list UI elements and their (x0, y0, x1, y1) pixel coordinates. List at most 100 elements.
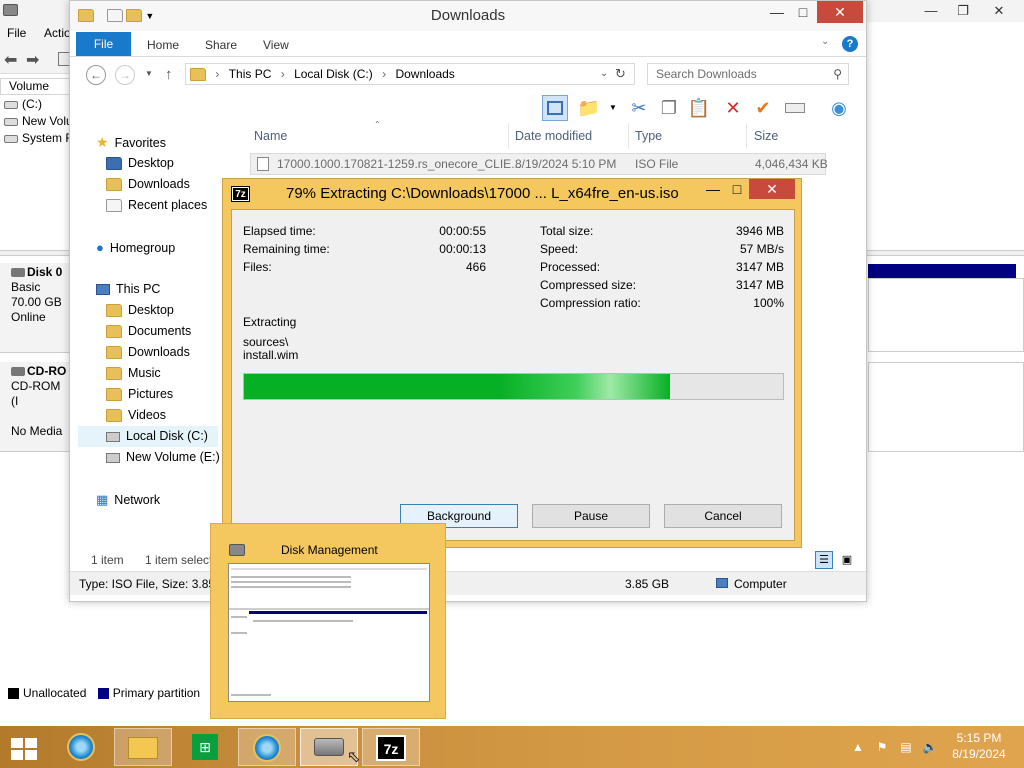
status-bar: 1 item 1 item select (70, 549, 866, 571)
breadcrumb-local-disk[interactable]: Local Disk (C:) (294, 67, 373, 81)
breadcrumb-downloads[interactable]: Downloads (395, 67, 454, 81)
cut-icon[interactable]: ✂ (626, 95, 652, 121)
progress-fill (244, 374, 670, 399)
nav-network[interactable]: ▦ Network (96, 489, 160, 510)
properties-icon[interactable] (106, 9, 123, 23)
large-icons-view-icon[interactable]: ▣ (838, 551, 856, 569)
search-icon[interactable]: ⚲ (833, 64, 842, 84)
volume-icon[interactable]: 🔈 (922, 740, 938, 754)
close-icon[interactable]: ✕ (749, 179, 795, 199)
file-name: 17000.1000.170821-1259.rs_onecore_CLIE..… (277, 157, 522, 171)
nav-pc-desktop[interactable]: Desktop (106, 300, 174, 321)
tab-share[interactable]: Share (205, 32, 237, 56)
close-icon[interactable]: ✕ (982, 0, 1016, 22)
taskbar-file-explorer[interactable] (114, 728, 172, 766)
disk-0-label[interactable]: Disk 0 Basic 70.00 GB Online (0, 263, 70, 353)
rename-icon[interactable] (782, 95, 808, 121)
nav-this-pc[interactable]: This PC (96, 279, 160, 300)
column-divider[interactable] (746, 123, 747, 149)
taskbar-thumbnail-preview[interactable]: Disk Management (210, 523, 446, 719)
help-icon[interactable]: ? (842, 36, 858, 52)
table-row[interactable]: 17000.1000.170821-1259.rs_onecore_CLIE..… (250, 153, 828, 175)
show-hidden-icons-chevron-icon[interactable]: ▲ (850, 740, 866, 754)
taskbar-disk-management[interactable]: ⬁ (300, 728, 360, 766)
network-icon[interactable]: ▤ (898, 740, 914, 754)
volume-column-header[interactable]: Volume (0, 78, 74, 95)
volume-icon (4, 117, 18, 126)
maximize-icon[interactable]: □ (788, 1, 818, 23)
forward-arrow-icon[interactable]: ➡ (26, 50, 39, 70)
nav-pc-videos[interactable]: Videos (106, 405, 166, 426)
refresh-icon[interactable]: ↻ (615, 64, 626, 84)
taskbar-internet-explorer[interactable] (52, 728, 110, 766)
cdrom-label[interactable]: CD-RO CD-ROM (I No Media (0, 362, 70, 452)
nav-pc-music[interactable]: Music (106, 363, 161, 384)
dm-menu-file[interactable]: File (7, 26, 26, 40)
nav-pc-documents[interactable]: Documents (106, 321, 191, 342)
nav-pc-local-disk[interactable]: Local Disk (C:) (78, 426, 218, 447)
volume-row[interactable]: New Volu (4, 113, 74, 130)
taskbar: ⊞ ⬁ 7z ▲ ⚑ ▤ 🔈 5:15 PM 8/19/2024 (0, 726, 1024, 768)
address-bar[interactable]: › This PC › Local Disk (C:) › Downloads … (185, 63, 635, 85)
nav-pc-downloads[interactable]: Downloads (106, 342, 190, 363)
chevron-down-icon[interactable]: ⌄ (821, 36, 829, 47)
partition-area[interactable] (868, 278, 1024, 352)
search-input[interactable]: Search Downloads ⚲ (647, 63, 849, 85)
nav-pc-pictures[interactable]: Pictures (106, 384, 173, 405)
address-dropdown-icon[interactable]: ⌄ (600, 64, 608, 84)
delete-icon[interactable]: ✕ (720, 95, 746, 121)
paste-icon[interactable]: 📋 (686, 95, 712, 121)
breadcrumb-this-pc[interactable]: This PC (229, 67, 272, 81)
recent-locations-chevron-icon[interactable]: ▼ (145, 69, 153, 78)
volume-row[interactable]: (C:) (4, 96, 74, 113)
taskbar-store[interactable]: ⊞ (176, 728, 234, 766)
taskbar-internet-explorer-2[interactable] (238, 728, 296, 766)
forward-button[interactable]: → (115, 65, 135, 85)
system-clock[interactable]: 5:15 PM 8/19/2024 (940, 730, 1018, 762)
move-to-icon[interactable]: 📁 (576, 95, 602, 121)
dm-menu-action[interactable]: Actio (44, 26, 71, 40)
dm-toolbar: ⬅ ➡ (0, 44, 74, 74)
pause-button[interactable]: Pause (532, 504, 650, 528)
new-folder-icon[interactable] (126, 9, 143, 23)
view-pane-icon[interactable] (542, 95, 568, 121)
maximize-icon[interactable]: □ (723, 179, 751, 199)
cancel-button[interactable]: Cancel (664, 504, 782, 528)
folder-icon (106, 367, 122, 381)
stat-label: Remaining time: (243, 242, 330, 256)
checkmark-icon[interactable]: ✔ (750, 95, 776, 121)
explorer-titlebar[interactable]: Downloads ▼ — □ ✕ (70, 1, 866, 31)
restore-icon[interactable]: ❐ (946, 0, 980, 22)
back-arrow-icon[interactable]: ⬅ (4, 50, 17, 70)
taskbar-7zip[interactable]: 7z (362, 728, 420, 766)
chevron-down-icon[interactable]: ▼ (609, 103, 617, 112)
column-date-modified[interactable]: Date modified (515, 129, 592, 143)
up-arrow-icon[interactable]: ↑ (165, 66, 173, 83)
tab-home[interactable]: Home (147, 32, 179, 56)
cdrom-area[interactable] (868, 362, 1024, 452)
copy-icon[interactable]: ❐ (656, 95, 682, 121)
action-center-flag-icon[interactable]: ⚑ (874, 740, 890, 754)
column-type[interactable]: Type (635, 129, 662, 143)
chevron-down-icon[interactable]: ▼ (145, 11, 154, 21)
nav-favorites-downloads[interactable]: Downloads (106, 174, 190, 195)
nav-favorites[interactable]: ★ Favorites (96, 132, 166, 153)
minimize-icon[interactable]: — (914, 0, 948, 22)
nav-pc-new-volume[interactable]: New Volume (E:) (106, 447, 220, 468)
tab-view[interactable]: View (263, 32, 289, 56)
tab-file[interactable]: File (76, 32, 131, 56)
nav-homegroup[interactable]: ● Homegroup (96, 237, 175, 258)
back-button[interactable]: ← (86, 65, 106, 85)
details-view-icon[interactable]: ☰ (815, 551, 833, 569)
globe-icon[interactable]: ◉ (826, 95, 852, 121)
column-divider[interactable] (508, 123, 509, 149)
nav-favorites-desktop[interactable]: Desktop (106, 153, 174, 174)
column-divider[interactable] (628, 123, 629, 149)
close-icon[interactable]: ✕ (817, 1, 863, 23)
nav-favorites-recent[interactable]: Recent places (106, 195, 207, 216)
column-name[interactable]: Name (254, 129, 287, 143)
windows-logo-icon[interactable] (11, 738, 39, 760)
column-size[interactable]: Size (754, 129, 778, 143)
thumbnail-image[interactable] (228, 563, 430, 702)
volume-row[interactable]: System R (4, 130, 74, 147)
